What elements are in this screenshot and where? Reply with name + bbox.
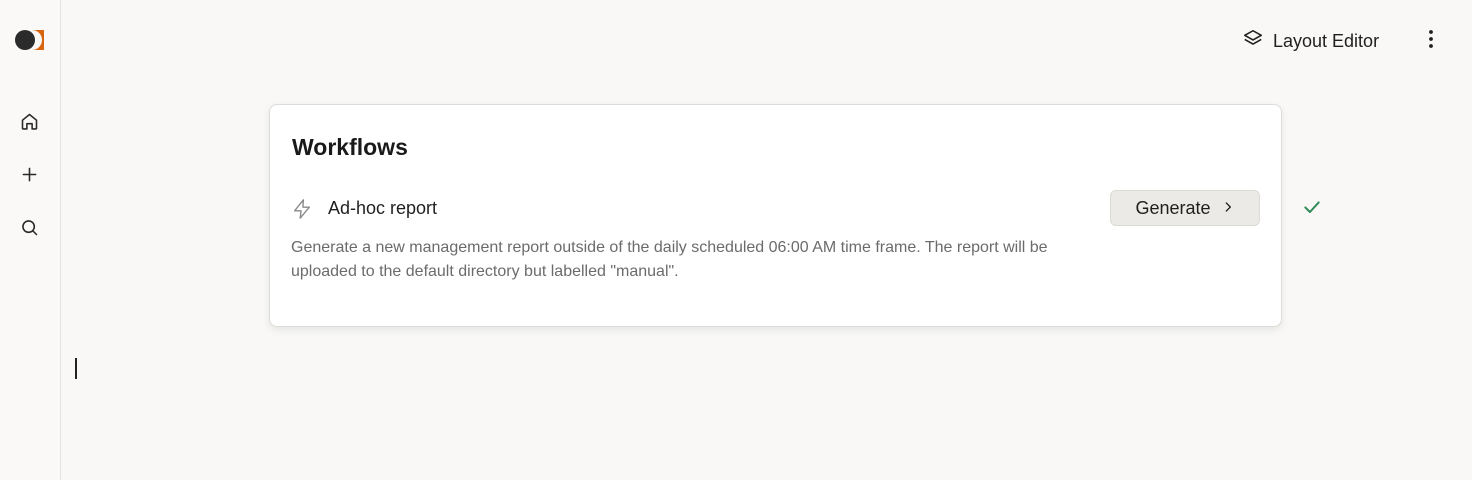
sidebar-item-search[interactable] bbox=[14, 215, 44, 245]
plus-icon bbox=[19, 164, 40, 190]
lightning-icon bbox=[291, 197, 313, 221]
chevron-right-icon bbox=[1221, 198, 1235, 219]
generate-button[interactable]: Generate bbox=[1110, 190, 1260, 226]
sidebar bbox=[0, 0, 61, 480]
more-vertical-icon bbox=[1419, 27, 1443, 56]
sidebar-item-new[interactable] bbox=[14, 162, 44, 192]
workflows-card: Workflows Ad-hoc report Generate a new m… bbox=[269, 104, 1282, 327]
sidebar-item-home[interactable] bbox=[14, 109, 44, 139]
checkmark-icon bbox=[1302, 197, 1322, 217]
workflows-title: Workflows bbox=[292, 134, 408, 160]
workflow-item-title: Ad-hoc report bbox=[328, 198, 438, 218]
search-icon bbox=[19, 217, 40, 243]
layout-editor-button[interactable]: Layout Editor bbox=[1242, 26, 1379, 56]
app-logo-icon[interactable] bbox=[14, 28, 46, 52]
more-menu-button[interactable] bbox=[1418, 28, 1444, 54]
text-cursor bbox=[75, 358, 77, 379]
layers-icon bbox=[1242, 28, 1264, 55]
generate-button-label: Generate bbox=[1135, 197, 1211, 218]
layout-editor-label: Layout Editor bbox=[1273, 30, 1380, 51]
workflow-item-description: Generate a new management report outside… bbox=[291, 239, 1048, 280]
home-icon bbox=[19, 111, 40, 137]
